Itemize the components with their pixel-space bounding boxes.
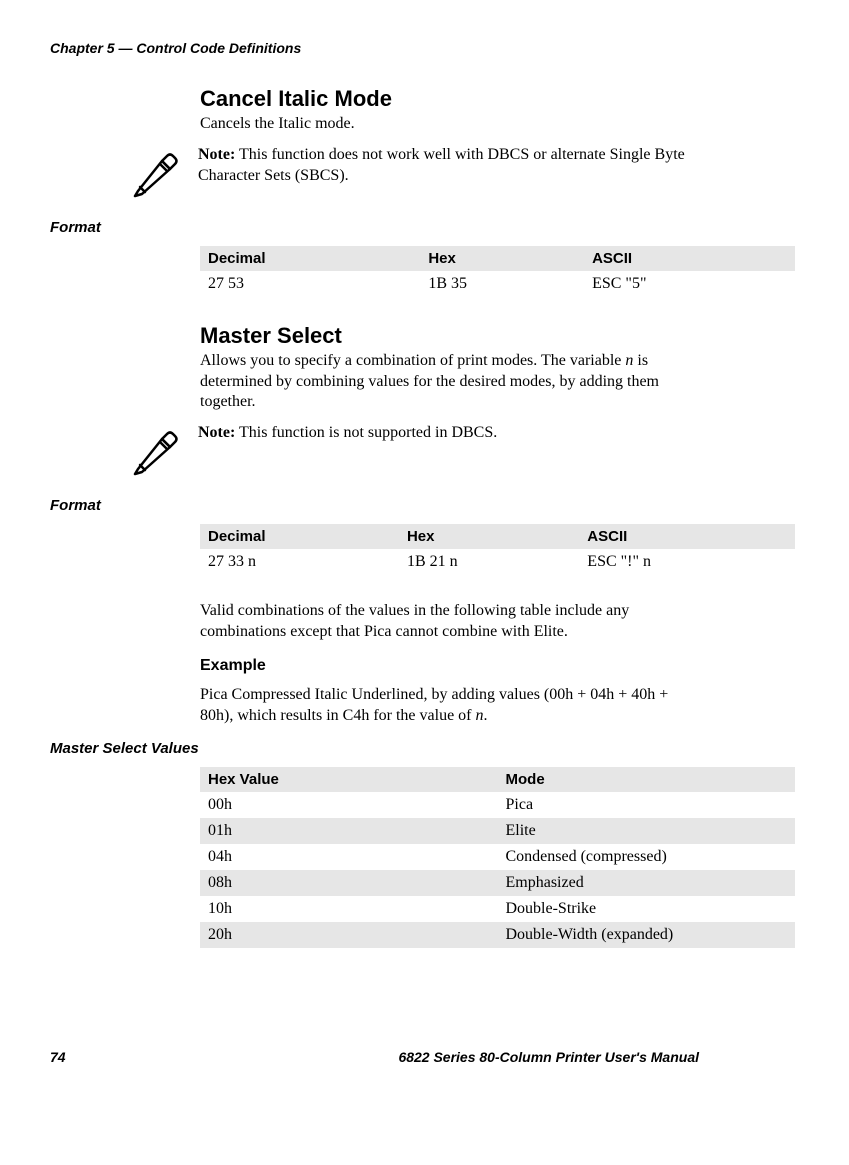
table-row: 10h Double-Strike (200, 896, 795, 922)
section-desc: Allows you to specify a combination of p… (200, 351, 699, 413)
example-text: Pica Compressed Italic Underlined, by ad… (200, 686, 668, 724)
td: 08h (200, 870, 498, 896)
td: 1B 21 n (399, 549, 579, 575)
example-heading: Example (200, 657, 699, 675)
note-label: Note: (198, 424, 235, 441)
td: 27 33 n (200, 549, 399, 575)
note-label: Note: (198, 146, 235, 163)
td: ESC "!" n (579, 549, 795, 575)
td: 27 53 (200, 271, 420, 297)
note-body: This function is not supported in DBCS. (235, 424, 497, 441)
td: 20h (200, 922, 498, 948)
th-hex-value: Hex Value (200, 767, 498, 792)
format-heading: Format (50, 497, 699, 514)
master-select-values-heading: Master Select Values (50, 740, 699, 757)
body-para: Valid combinations of the values in the … (200, 601, 699, 643)
td: Condensed (compressed) (498, 844, 796, 870)
td: Emphasized (498, 870, 796, 896)
master-select-table: Hex Value Mode 00h Pica 01h Elite 04h Co… (200, 767, 795, 948)
note-text: Note: This function is not supported in … (198, 423, 497, 444)
example-text: . (484, 707, 488, 724)
table-row: 20h Double-Width (expanded) (200, 922, 795, 948)
td: 01h (200, 818, 498, 844)
td: 04h (200, 844, 498, 870)
th-mode: Mode (498, 767, 796, 792)
page-number: 74 (50, 1049, 66, 1065)
td: Double-Strike (498, 896, 796, 922)
format-table-2: Decimal Hex ASCII 27 33 n 1B 21 n ESC "!… (200, 524, 795, 575)
example-para: Pica Compressed Italic Underlined, by ad… (200, 685, 699, 727)
format-heading: Format (50, 219, 699, 236)
th-hex: Hex (399, 524, 579, 549)
note-text: Note: This function does not work well w… (198, 145, 699, 187)
manual-title: 6822 Series 80-Column Printer User's Man… (398, 1049, 699, 1065)
pencil-icon (130, 149, 180, 199)
td: 10h (200, 896, 498, 922)
pencil-icon (130, 427, 180, 477)
th-decimal: Decimal (200, 524, 399, 549)
td: Pica (498, 792, 796, 818)
table-row: 01h Elite (200, 818, 795, 844)
th-ascii: ASCII (579, 524, 795, 549)
table-row: 08h Emphasized (200, 870, 795, 896)
table-row: 00h Pica (200, 792, 795, 818)
td: 1B 35 (420, 271, 584, 297)
th-decimal: Decimal (200, 246, 420, 271)
section-heading-cancel-italic: Cancel Italic Mode (200, 86, 699, 112)
note-body: This function does not work well with DB… (198, 146, 685, 184)
example-var: n (476, 707, 484, 724)
footer: 74 6822 Series 80-Column Printer User's … (50, 1049, 699, 1065)
section-heading-master-select: Master Select (200, 323, 699, 349)
td: 00h (200, 792, 498, 818)
note-block: Note: This function does not work well w… (130, 145, 699, 199)
table-row: 04h Condensed (compressed) (200, 844, 795, 870)
td: Elite (498, 818, 796, 844)
format-table-1: Decimal Hex ASCII 27 53 1B 35 ESC "5" (200, 246, 795, 297)
td: Double-Width (expanded) (498, 922, 796, 948)
desc-text: Allows you to specify a combination of p… (200, 352, 625, 369)
td: ESC "5" (584, 271, 795, 297)
note-block: Note: This function is not supported in … (130, 423, 699, 477)
chapter-title: Chapter 5 — Control Code Definitions (50, 40, 699, 56)
section-desc: Cancels the Italic mode. (200, 114, 699, 135)
th-hex: Hex (420, 246, 584, 271)
th-ascii: ASCII (584, 246, 795, 271)
